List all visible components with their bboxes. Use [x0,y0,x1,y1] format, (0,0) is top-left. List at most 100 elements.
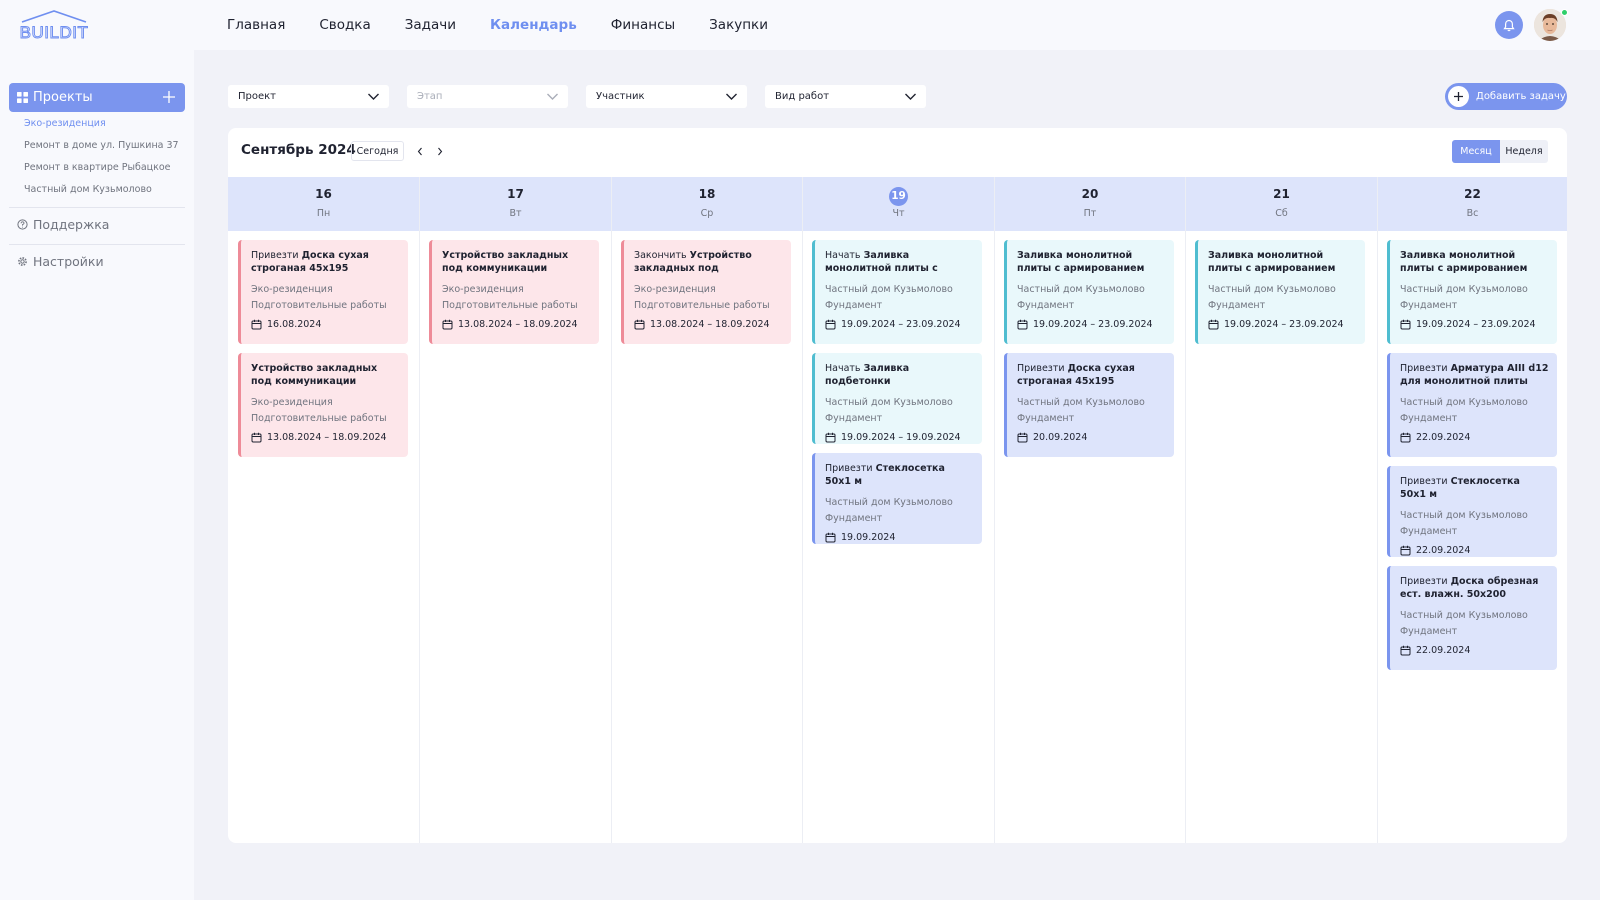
prev-period-button[interactable] [413,143,427,159]
gear-icon [18,257,27,266]
task-title: Устройство закладных под коммуникации [442,249,591,275]
task-title: Устройство закладных под коммуникации [251,362,400,388]
add-project-icon[interactable] [159,87,179,107]
task-title: Заливка монолитной плиты с армированием [1208,249,1357,275]
task-date-text: 13.08.2024 – 18.09.2024 [650,319,770,330]
day-column: 20 Пт Заливка монолитной плиты с армирован… [994,177,1185,843]
sidebar-item-settings[interactable]: Настройки [17,254,104,269]
sidebar-item-projects[interactable]: Проекты [9,83,185,112]
calendar-panel: Сентябрь 2024 Сегодня Месяц Неделя 16 Пн П… [228,128,1567,843]
calendar-icon [1400,432,1411,443]
task-meta: Эко-резиденция Подготовительные работы [634,282,783,313]
sidebar-support-label: Поддержка [33,217,110,232]
task-action: Привезти [251,250,299,261]
task-card[interactable]: Привезти Стеклосетка 50х1 м Частный дом К… [1387,466,1557,557]
nav-item-0[interactable]: Главная [227,17,285,33]
task-meta: Частный дом Кузьмолово Фундамент [825,282,974,313]
task-name: Устройство закладных под коммуникации [442,250,569,274]
sidebar-projects-label: Проекты [33,90,93,105]
task-date-text: 13.08.2024 – 18.09.2024 [458,319,578,330]
task-project: Частный дом Кузьмолово [1017,284,1145,295]
nav-item-4[interactable]: Финансы [611,17,675,33]
task-action: Привезти [1017,363,1065,374]
filter-dropdown-0[interactable]: Проект [228,85,389,108]
sidebar-divider [9,207,185,208]
task-stage: Фундамент [1400,412,1458,424]
day-number[interactable]: 18 [612,187,802,201]
task-project: Частный дом Кузьмолово [1017,397,1145,408]
task-card[interactable]: Заливка монолитной плиты с армированием Ч… [1387,240,1557,344]
buildit-logo[interactable]: BUILDIT [16,9,92,41]
add-task-button[interactable]: Добавить задачу [1445,83,1567,110]
task-card[interactable]: Начать Заливка подбетонки Частный дом Куз… [812,353,982,444]
nav-item-3[interactable]: Календарь [490,17,577,33]
sidebar-divider [9,244,185,245]
task-date-text: 19.09.2024 [841,532,896,543]
sidebar-project-0[interactable]: Эко-резиденция [24,118,106,129]
add-task-label: Добавить задачу [1476,91,1566,102]
day-number[interactable]: 17 [420,187,611,201]
nav-item-2[interactable]: Задачи [405,17,456,33]
task-card[interactable]: Устройство закладных под коммуникации Эко… [429,240,599,344]
task-action: Начать [825,363,861,374]
filter-dropdown-2[interactable]: Участник [586,85,747,108]
task-name: Заливка монолитной плиты с армированием [1208,250,1336,274]
day-column: 19 Чт Начать Заливка монолитной плиты с ар… [802,177,994,843]
task-card[interactable]: Заливка монолитной плиты с армированием Ч… [1004,240,1174,344]
day-column: 17 Вт Устройство закладных под коммуникаци… [419,177,611,843]
task-date-text: 22.09.2024 [1416,432,1471,443]
view-switch: Месяц Неделя [1452,140,1548,163]
task-date: 19.09.2024 – 23.09.2024 [1400,319,1549,330]
filter-dropdown-1[interactable]: Этап [407,85,568,108]
calendar-icon [1400,545,1411,556]
view-week-button[interactable]: Неделя [1500,140,1548,163]
task-card[interactable]: Привезти Стеклосетка 50х1 м Частный дом К… [812,453,982,544]
sidebar-item-support[interactable]: Поддержка [17,217,109,232]
task-project: Частный дом Кузьмолово [1400,610,1528,621]
task-date: 13.08.2024 – 18.09.2024 [634,319,783,330]
chevron-down-icon [726,93,737,100]
task-project: Частный дом Кузьмолово [825,284,953,295]
task-action: Привезти [1400,476,1448,487]
sidebar-project-2[interactable]: Ремонт в квартире Рыбацкое [24,162,171,173]
task-date: 19.09.2024 – 23.09.2024 [825,319,974,330]
task-date-text: 22.09.2024 [1416,645,1471,656]
task-title: Привезти Арматура АIII d12 для монолитно… [1400,362,1549,388]
task-date-text: 20.09.2024 [1033,432,1088,443]
task-card[interactable]: Привезти Доска обрезная ест. влажн. 50х2… [1387,566,1557,670]
day-number[interactable]: 16 [228,187,419,201]
task-date-text: 19.09.2024 – 23.09.2024 [1224,319,1344,330]
weekday-label: Чт [892,208,905,219]
filter-dropdown-3[interactable]: Вид работ [765,85,926,108]
task-date-text: 19.09.2024 – 23.09.2024 [1416,319,1536,330]
task-project: Эко-резиденция [442,284,524,295]
nav-item-5[interactable]: Закупки [709,17,768,33]
task-card[interactable]: Привезти Доска сухая строганая 45х195 Час… [1004,353,1174,457]
day-number-text: 18 [698,187,716,201]
day-number-today[interactable]: 19 [803,187,994,206]
task-card[interactable]: Начать Заливка монолитной плиты с армиро… [812,240,982,344]
day-number[interactable]: 21 [1186,187,1377,201]
calendar-icon [1400,319,1411,330]
task-date: 13.08.2024 – 18.09.2024 [251,432,400,443]
day-number[interactable]: 22 [1378,187,1567,201]
task-card[interactable]: Устройство закладных под коммуникации Эко… [238,353,408,457]
task-card[interactable]: Закончить Устройство закладных под комму… [621,240,791,344]
day-number[interactable]: 20 [995,187,1185,201]
weekday-label: Вт [509,208,522,219]
task-name: Заливка монолитной плиты с армированием [1017,250,1145,274]
task-card[interactable]: Привезти Доска сухая строганая 45х195 Эко… [238,240,408,344]
task-stage: Фундамент [1400,525,1458,537]
task-card[interactable]: Заливка монолитной плиты с армированием Ч… [1195,240,1365,344]
sidebar-project-3[interactable]: Частный дом Кузьмолово [24,184,152,195]
nav-item-1[interactable]: Сводка [319,17,370,33]
today-button[interactable]: Сегодня [351,141,404,161]
view-month-button[interactable]: Месяц [1452,140,1500,163]
sidebar-project-1[interactable]: Ремонт в доме ул. Пушкина 37 [24,140,179,151]
notifications-button[interactable] [1495,11,1523,39]
task-card[interactable]: Привезти Арматура АIII d12 для монолитно… [1387,353,1557,457]
task-action: Закончить [634,250,687,261]
next-period-button[interactable] [433,143,447,159]
day-column: 18 Ср Закончить Устройство закладных под к… [611,177,802,843]
task-date: 22.09.2024 [1400,545,1549,556]
